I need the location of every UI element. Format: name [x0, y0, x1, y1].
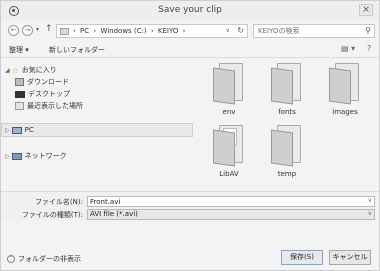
sidebar-item-label: ダウンロード — [27, 78, 69, 86]
breadcrumb-separator: › — [73, 27, 76, 35]
breadcrumb-separator: › — [182, 27, 186, 35]
filename-input[interactable] — [90, 197, 350, 206]
save-button[interactable]: 保存(S) — [281, 250, 323, 265]
recent-locations-dropdown[interactable]: ▾ — [36, 26, 39, 33]
folder-item[interactable]: images — [317, 61, 373, 123]
collapse-icon: ⌃ — [7, 255, 15, 263]
sidebar-item-desktop[interactable]: デスクトップ — [15, 89, 70, 101]
title-bar: Save your clip × — [1, 1, 379, 21]
navigation-pane: ◢ ☆ お気に入り ダウンロード デスクトップ 最近表示した場所 ▷ PC ▷ ネットワ… — [1, 59, 197, 187]
folder-name: temp — [277, 170, 297, 178]
address-bar[interactable]: › PC › Windows (C:) › KEIYO › ∨ ↻ — [56, 24, 248, 38]
expand-icon[interactable]: ▷ — [5, 153, 10, 160]
folder-name: images — [332, 108, 358, 116]
folder-item[interactable]: temp — [259, 123, 315, 185]
folder-with-files-icon — [213, 125, 245, 167]
breadcrumb-separator: › — [93, 27, 97, 35]
sidebar-item-label: 最近表示した場所 — [27, 102, 83, 110]
breadcrumb-pc[interactable]: PC — [80, 27, 89, 35]
folder-icon — [213, 63, 245, 105]
computer-icon — [11, 126, 22, 134]
refresh-icon[interactable]: ↻ — [237, 26, 244, 35]
cancel-button[interactable]: キャンセル — [329, 250, 371, 265]
view-options-button[interactable]: ▤ ▾ — [341, 44, 355, 53]
address-row: ← → ▾ ↑ › PC › Windows (C:) › KEIYO › ∨ … — [1, 23, 379, 39]
save-dialog: Save your clip × ← → ▾ ↑ › PC › Windows … — [0, 0, 380, 271]
help-icon[interactable]: ? — [367, 44, 371, 53]
expand-icon[interactable]: ▷ — [5, 127, 10, 134]
desktop-icon — [15, 90, 25, 98]
organize-button[interactable]: 整理 ▾ — [9, 45, 29, 55]
folder-item[interactable]: env — [201, 61, 257, 123]
command-bar: 整理 ▾ 新しいフォルダー ▤ ▾ ? — [1, 41, 379, 58]
breadcrumb-windows-c[interactable]: Windows (C:) — [100, 27, 146, 35]
folder-item[interactable]: fonts — [259, 61, 315, 123]
new-folder-button[interactable]: 新しいフォルダー — [49, 45, 105, 55]
filetype-value: AVI file (*.avi) — [90, 210, 138, 218]
recent-places-icon — [15, 102, 24, 110]
breadcrumb-separator: › — [150, 27, 154, 35]
sidebar-item-recent[interactable]: 最近表示した場所 — [15, 101, 83, 113]
chevron-down-icon[interactable]: ∨ — [368, 197, 372, 204]
sidebar-item-label: ネットワーク — [24, 152, 67, 160]
expand-icon[interactable]: ◢ — [5, 67, 10, 74]
folder-icon — [329, 63, 361, 105]
breadcrumb: › PC › Windows (C:) › KEIYO › — [73, 27, 187, 35]
dialog-footer: ⌃ フォルダーの非表示 保存(S) キャンセル — [1, 245, 379, 271]
download-folder-icon — [15, 78, 24, 86]
search-icon[interactable]: ⚲ — [365, 26, 371, 35]
address-dropdown-icon[interactable]: ∨ — [226, 27, 230, 34]
close-button[interactable]: × — [359, 4, 373, 16]
search-box[interactable]: ⚲ — [253, 24, 375, 38]
folder-item[interactable]: LibAV — [201, 123, 257, 185]
star-icon: ☆ — [11, 65, 19, 75]
up-button[interactable]: ↑ — [45, 24, 53, 34]
folder-name: env — [222, 108, 236, 116]
sidebar-item-favorites[interactable]: ◢ ☆ お気に入り — [5, 65, 57, 77]
filetype-label: ファイルの種類(T): — [21, 211, 83, 219]
folder-icon — [271, 63, 303, 105]
file-list: env fonts images LibAV temp — [197, 59, 379, 187]
folder-name: fonts — [278, 108, 296, 116]
sidebar-item-label: お気に入り — [21, 66, 57, 74]
sidebar-item-pc[interactable]: ▷ PC — [1, 123, 193, 137]
sidebar-item-downloads[interactable]: ダウンロード — [15, 77, 69, 89]
folder-icon — [271, 125, 303, 167]
search-input[interactable] — [258, 26, 358, 36]
filename-field[interactable]: ∨ — [87, 196, 375, 207]
sidebar-item-label: PC — [24, 126, 34, 134]
chevron-down-icon[interactable]: ∨ — [368, 210, 372, 217]
hide-folders-toggle[interactable]: ⌃ フォルダーの非表示 — [7, 254, 81, 264]
filename-label: ファイル名(N): — [34, 198, 83, 206]
folder-name: LibAV — [219, 170, 239, 178]
save-form: ファイル名(N): ∨ ファイルの種類(T): AVI file (*.avi)… — [1, 191, 379, 221]
hide-folders-label: フォルダーの非表示 — [18, 255, 81, 263]
sidebar-item-label: デスクトップ — [28, 90, 70, 98]
folder-icon — [60, 28, 69, 35]
back-button[interactable]: ← — [8, 25, 19, 36]
forward-button[interactable]: → — [22, 25, 33, 36]
filetype-select[interactable]: AVI file (*.avi) ∨ — [87, 209, 375, 220]
dialog-title: Save your clip — [158, 5, 222, 15]
breadcrumb-keiyo[interactable]: KEIYO — [158, 27, 178, 35]
sidebar-item-network[interactable]: ▷ ネットワーク — [5, 151, 67, 163]
network-icon — [11, 152, 22, 160]
